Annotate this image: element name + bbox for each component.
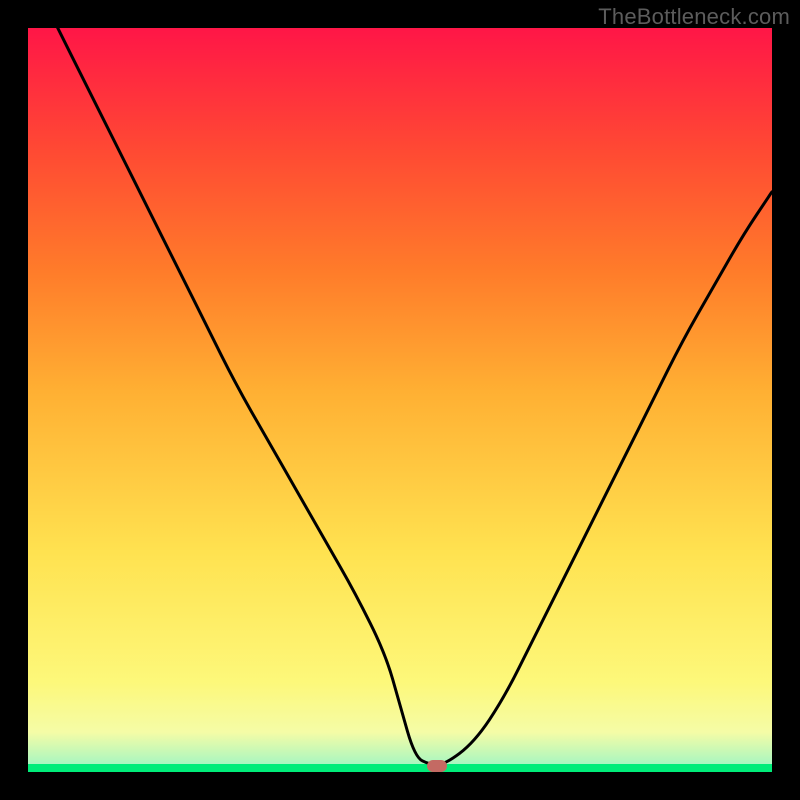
curve-path [28, 28, 772, 765]
watermark-text: TheBottleneck.com [598, 4, 790, 30]
bottleneck-curve [28, 28, 772, 772]
plot-area [28, 28, 772, 772]
chart-frame: TheBottleneck.com [0, 0, 800, 800]
minimum-marker [427, 760, 447, 772]
